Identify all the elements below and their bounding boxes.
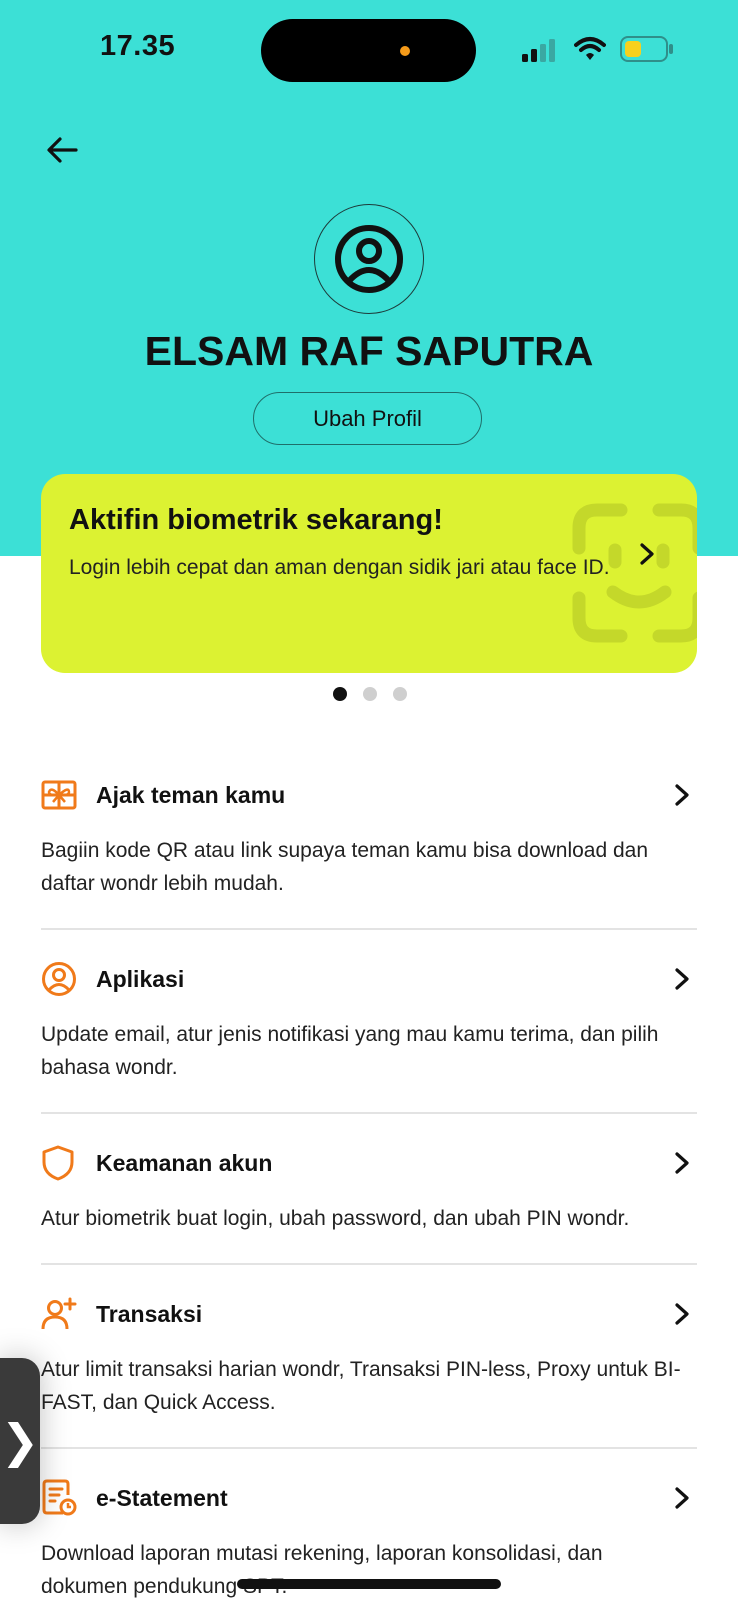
user-circle-icon xyxy=(41,960,79,998)
chevron-right-icon xyxy=(667,783,697,807)
pager-dot-active[interactable] xyxy=(333,687,347,701)
chevron-right-icon xyxy=(667,1302,697,1326)
menu-item-description: Download laporan mutasi rekening, lapora… xyxy=(41,1542,603,1598)
cellular-signal-icon xyxy=(522,39,555,62)
status-time: 17.35 xyxy=(100,30,176,62)
divider xyxy=(41,1447,697,1449)
document-clock-icon xyxy=(41,1479,79,1517)
menu-item-title: Transaksi xyxy=(96,1300,203,1327)
menu-item-invite-friends[interactable]: Ajak teman kamu Bagiin kode QR atau link… xyxy=(41,758,697,930)
menu-item-account-security[interactable]: Keamanan akun Atur biometrik buat login,… xyxy=(41,1126,697,1265)
divider xyxy=(41,928,697,930)
menu-item-description: Bagiin kode QR atau link supaya teman ka… xyxy=(41,839,649,895)
chevron-right-icon xyxy=(667,1151,697,1175)
menu-item-description: Atur biometrik buat login, ubah password… xyxy=(41,1207,630,1230)
settings-menu: Ajak teman kamu Bagiin kode QR atau link… xyxy=(41,758,697,1603)
menu-item-title: Ajak teman kamu xyxy=(96,781,286,808)
home-indicator[interactable] xyxy=(237,1579,501,1589)
pager-dot[interactable] xyxy=(363,687,377,701)
side-drawer-handle[interactable]: ❯ xyxy=(0,1358,40,1524)
edit-profile-button[interactable]: Ubah Profil xyxy=(253,392,482,445)
user-circle-icon xyxy=(335,225,403,293)
menu-item-title: e-Statement xyxy=(96,1484,228,1511)
menu-item-description: Atur limit transaksi harian wondr, Trans… xyxy=(41,1358,681,1414)
divider xyxy=(41,1112,697,1114)
promo-description: Login lebih cepat dan aman dengan sidik … xyxy=(69,556,610,579)
divider xyxy=(41,1263,697,1265)
user-plus-icon xyxy=(41,1295,79,1333)
user-name: ELSAM RAF SAPUTRA xyxy=(144,328,594,374)
chevron-right-icon xyxy=(640,543,654,565)
menu-item-title: Aplikasi xyxy=(96,965,185,992)
pager-dot[interactable] xyxy=(393,687,407,701)
biometric-promo-card[interactable]: Aktifin biometrik sekarang! Login lebih … xyxy=(41,474,697,673)
dynamic-island xyxy=(261,19,476,82)
chevron-right-icon xyxy=(667,1486,697,1510)
carousel-pager xyxy=(333,687,407,701)
battery-icon xyxy=(620,36,673,62)
wifi-icon xyxy=(574,37,606,60)
menu-item-description: Update email, atur jenis notifikasi yang… xyxy=(41,1023,659,1079)
menu-item-transactions[interactable]: Transaksi Atur limit transaksi harian wo… xyxy=(41,1277,697,1449)
avatar xyxy=(314,204,424,314)
privacy-indicator-dot xyxy=(400,46,410,56)
back-button[interactable] xyxy=(40,128,84,172)
shield-icon xyxy=(41,1144,79,1182)
promo-title: Aktifin biometrik sekarang! xyxy=(69,504,443,536)
gift-card-icon xyxy=(41,776,79,814)
chevron-right-icon xyxy=(667,967,697,991)
menu-item-title: Keamanan akun xyxy=(96,1149,273,1176)
menu-item-application[interactable]: Aplikasi Update email, atur jenis notifi… xyxy=(41,942,697,1114)
arrow-left-icon xyxy=(47,137,78,163)
